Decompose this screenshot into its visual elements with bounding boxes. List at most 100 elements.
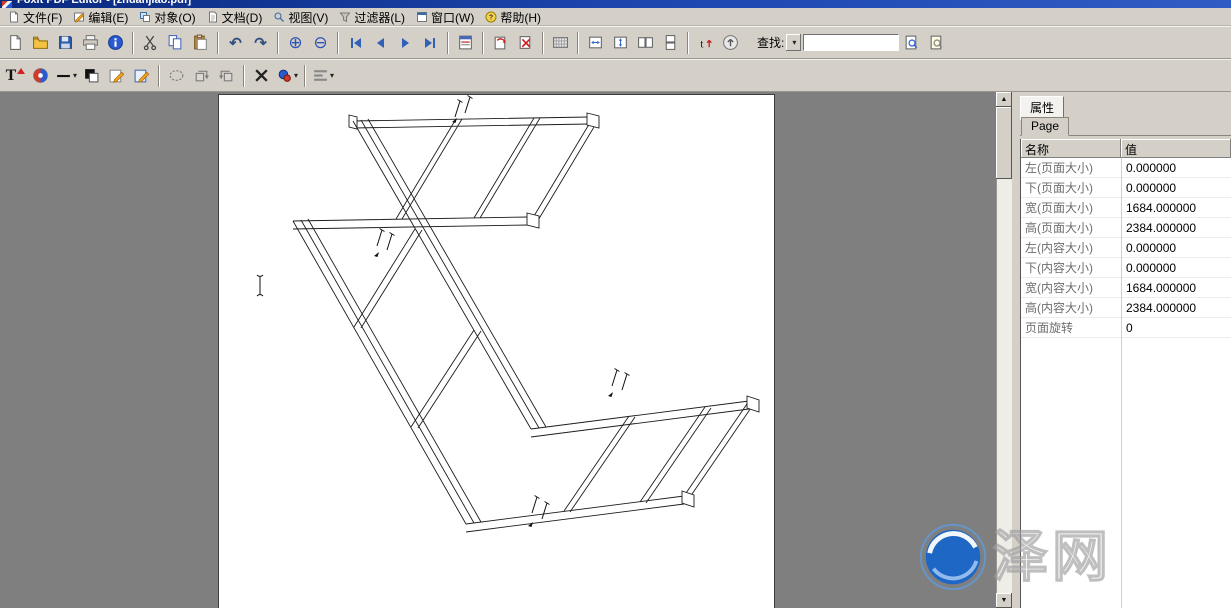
menu-file[interactable]: 文件(F)	[4, 9, 69, 25]
save-button[interactable]	[53, 30, 78, 55]
tools-button[interactable]	[249, 63, 274, 88]
toolbar-separator	[132, 32, 134, 54]
property-value[interactable]: 0.000000	[1121, 241, 1231, 255]
zoom-in-button[interactable]: ⊕	[283, 30, 308, 55]
align-dropdown[interactable]: ▾	[310, 63, 336, 88]
scroll-up-icon: ▲	[1001, 96, 1008, 103]
line-tool-button[interactable]: ▾	[53, 63, 79, 88]
view-menu-icon	[273, 11, 285, 23]
cad-drawing	[219, 95, 774, 608]
copy-button[interactable]	[163, 30, 188, 55]
table-row[interactable]: 下(页面大小) 0.000000	[1021, 178, 1231, 198]
menu-document[interactable]: 文档(D)	[203, 9, 270, 25]
name-column-header[interactable]: 名称	[1021, 139, 1121, 158]
table-row[interactable]: 高(页面大小) 2384.000000	[1021, 218, 1231, 238]
fit-height-button[interactable]	[608, 30, 633, 55]
table-row[interactable]: 页面旋转 0	[1021, 318, 1231, 338]
insert-page-button[interactable]	[453, 30, 478, 55]
color-picker-dropdown[interactable]: ▾	[274, 63, 300, 88]
toolbar-separator	[243, 65, 245, 87]
menu-label: 文档(D)	[222, 9, 263, 26]
window-title: Foxit PDF Editor - [zhuanjiao.pdf]	[17, 0, 191, 6]
paste-button[interactable]	[188, 30, 213, 55]
property-value[interactable]: 0.000000	[1121, 161, 1231, 175]
property-value[interactable]: 1684.000000	[1121, 201, 1231, 215]
rotate-page-button[interactable]	[488, 30, 513, 55]
undo-button[interactable]: ↶	[223, 30, 248, 55]
scroll-down-button[interactable]: ▼	[996, 593, 1012, 608]
property-value[interactable]: 0	[1121, 321, 1231, 335]
search-next-button[interactable]	[924, 30, 949, 55]
menu-edit[interactable]: 编辑(E)	[69, 9, 135, 25]
facing-pages-button[interactable]	[633, 30, 658, 55]
scrollbar-track[interactable]	[996, 179, 1012, 593]
vertical-scrollbar[interactable]: ▲ ▼	[996, 92, 1012, 608]
window-menu-icon	[416, 11, 428, 23]
page-tab[interactable]: Page	[1021, 117, 1069, 136]
menu-object[interactable]: 对象(O)	[135, 9, 202, 25]
text-extract-button[interactable]: t	[693, 30, 718, 55]
document-page[interactable]	[218, 94, 775, 608]
file-menu-icon	[8, 11, 20, 23]
table-grid-button[interactable]	[548, 30, 573, 55]
value-column-header[interactable]: 值	[1121, 139, 1231, 158]
first-page-button[interactable]	[343, 30, 368, 55]
table-row[interactable]: 宽(内容大小) 1684.000000	[1021, 278, 1231, 298]
main-toolbar: ↶ ↷ ⊕ ⊖ t 查找: ▾	[0, 26, 1231, 59]
svg-text:t: t	[700, 37, 704, 50]
open-button[interactable]	[28, 30, 53, 55]
continuous-pages-button[interactable]	[658, 30, 683, 55]
menu-label: 文件(F)	[23, 9, 62, 26]
find-input[interactable]	[803, 34, 899, 51]
delete-page-button[interactable]	[513, 30, 538, 55]
property-value[interactable]: 1684.000000	[1121, 281, 1231, 295]
redo-button[interactable]: ↷	[248, 30, 273, 55]
table-row[interactable]: 下(内容大小) 0.000000	[1021, 258, 1231, 278]
scroll-up-button[interactable]: ▲	[996, 92, 1012, 107]
next-page-button[interactable]	[393, 30, 418, 55]
table-row[interactable]: 宽(页面大小) 1684.000000	[1021, 198, 1231, 218]
last-page-button[interactable]	[418, 30, 443, 55]
property-value[interactable]: 2384.000000	[1121, 221, 1231, 235]
table-row[interactable]: 左(页面大小) 0.000000	[1021, 158, 1231, 178]
table-row[interactable]: 左(内容大小) 0.000000	[1021, 238, 1231, 258]
cut-button[interactable]	[138, 30, 163, 55]
menu-view[interactable]: 视图(V)	[269, 9, 335, 25]
new-document-button[interactable]	[3, 30, 28, 55]
property-value[interactable]: 0.000000	[1121, 261, 1231, 275]
edit-form-button[interactable]	[129, 63, 154, 88]
menubar: 文件(F) 编辑(E) 对象(O) 文档(D) 视图(V) 过滤器(L) 窗口(…	[0, 8, 1231, 26]
document-info-button[interactable]	[103, 30, 128, 55]
text-cursor	[257, 275, 263, 296]
rotate-object-right-button[interactable]	[214, 63, 239, 88]
search-document-button[interactable]	[899, 30, 924, 55]
properties-table-body: 左(页面大小) 0.000000 下(页面大小) 0.000000 宽(页面大小…	[1021, 158, 1231, 608]
fill-color-swatch[interactable]	[79, 63, 104, 88]
property-name: 左(内容大小)	[1021, 239, 1121, 256]
menu-filter[interactable]: 过滤器(L)	[335, 9, 412, 25]
menu-label: 对象(O)	[154, 9, 195, 26]
rotate-object-left-button[interactable]	[189, 63, 214, 88]
color-wheel-button[interactable]	[28, 63, 53, 88]
properties-panel: 属性 Page 名称 值 左(页面大小) 0.000000 下(页面大小) 0.…	[1012, 92, 1231, 608]
menu-window[interactable]: 窗口(W)	[412, 9, 481, 25]
table-row[interactable]: 高(内容大小) 2384.000000	[1021, 298, 1231, 318]
menu-help[interactable]: ? 帮助(H)	[481, 9, 548, 25]
edit-content-button[interactable]	[104, 63, 129, 88]
scrollbar-thumb[interactable]	[996, 107, 1012, 179]
lasso-select-button[interactable]	[164, 63, 189, 88]
zoom-out-button[interactable]: ⊖	[308, 30, 333, 55]
previous-page-button[interactable]	[368, 30, 393, 55]
titlebar: Foxit PDF Editor - [zhuanjiao.pdf]	[0, 0, 1231, 8]
properties-table: 名称 值 左(页面大小) 0.000000 下(页面大小) 0.000000 宽…	[1020, 139, 1231, 608]
text-tool-button[interactable]: T	[3, 63, 28, 88]
up-arrow-circle-button[interactable]	[718, 30, 743, 55]
document-canvas[interactable]	[0, 92, 996, 608]
print-button[interactable]	[78, 30, 103, 55]
property-value[interactable]: 0.000000	[1121, 181, 1231, 195]
property-value[interactable]: 2384.000000	[1121, 301, 1231, 315]
find-dropdown-button[interactable]: ▾	[786, 34, 801, 51]
property-name: 页面旋转	[1021, 319, 1121, 336]
fit-width-button[interactable]	[583, 30, 608, 55]
object-menu-icon	[139, 11, 151, 23]
